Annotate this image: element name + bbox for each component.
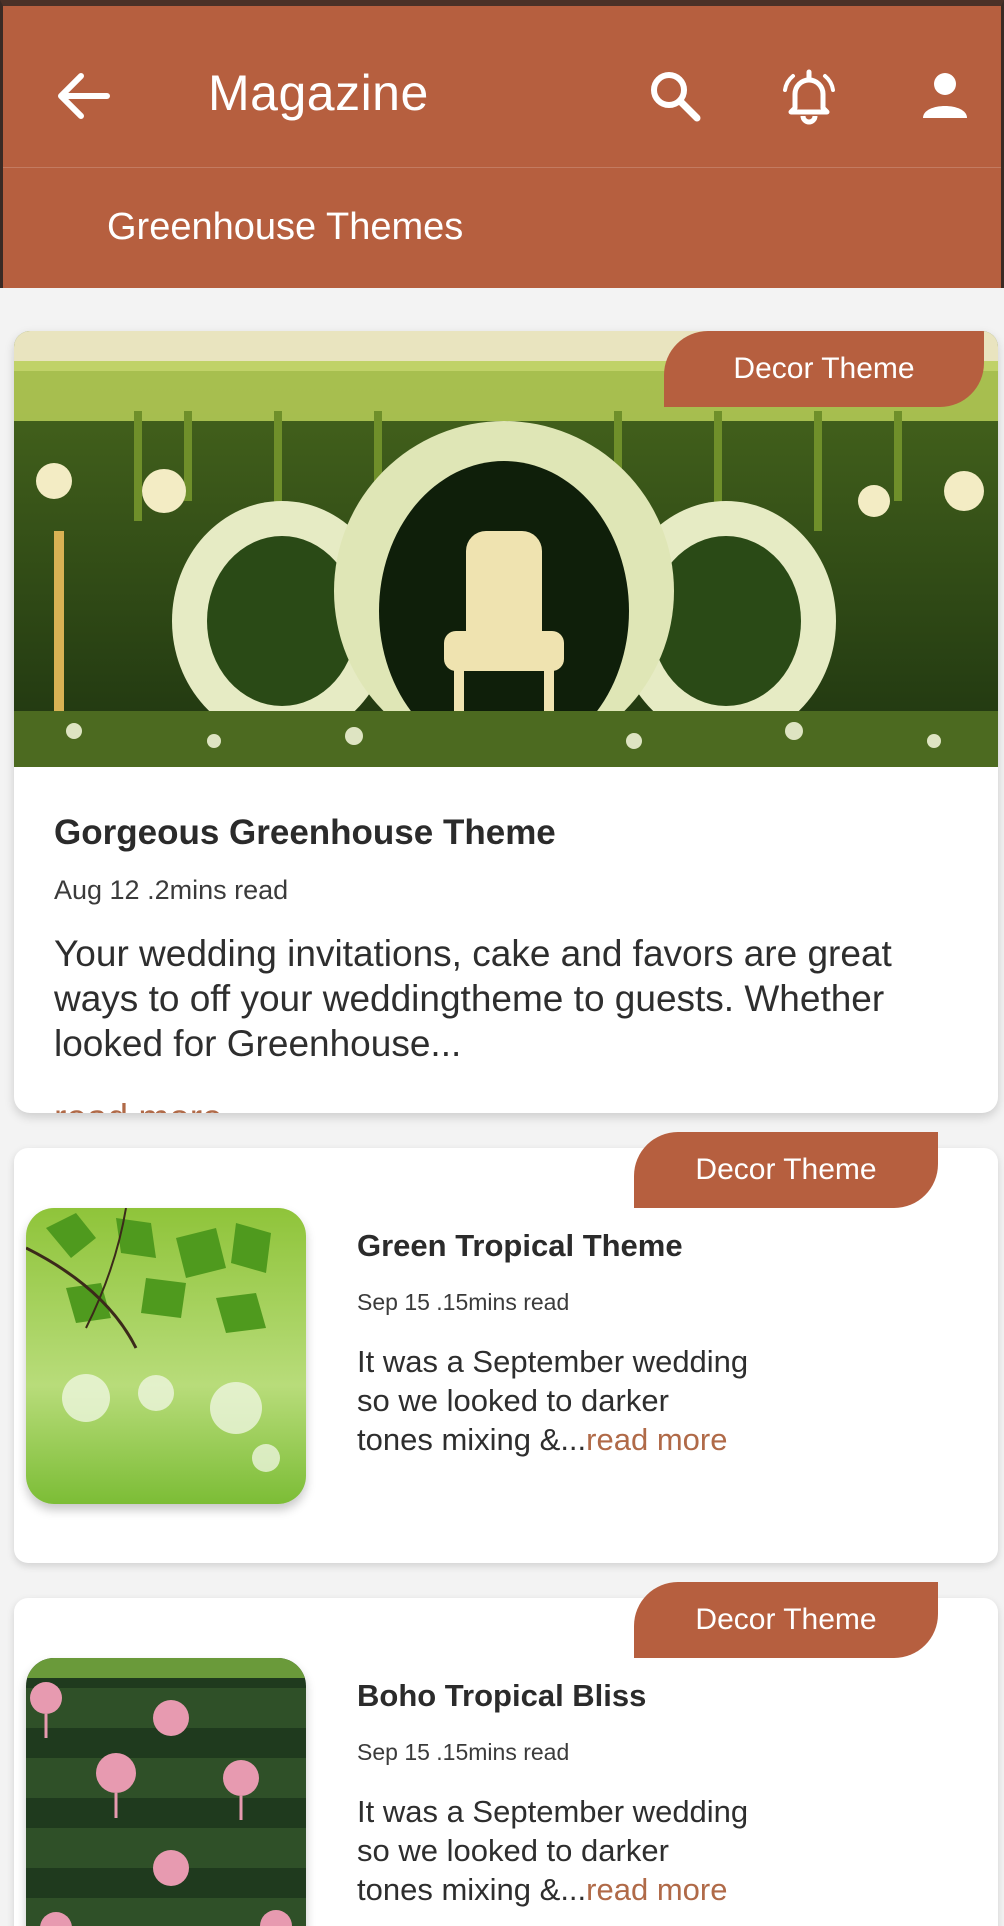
read-more-link[interactable]: read more <box>586 1422 727 1457</box>
read-more-link[interactable]: read more <box>586 1872 727 1907</box>
excerpt-line: It was a September wedding <box>357 1344 749 1379</box>
article-excerpt: It was a September wedding so we looked t… <box>357 1792 827 1909</box>
toolbar: Magazine <box>3 6 1001 168</box>
article-meta: Sep 15 .15mins read <box>357 1739 570 1765</box>
article-card[interactable]: Decor Theme Green Tropical Theme Sep 15 … <box>14 1132 998 1563</box>
article-card[interactable]: Decor Theme Boho Tropical Bliss Sep 15 .… <box>14 1582 998 1926</box>
account-button[interactable] <box>915 66 975 126</box>
lotus-wall-image <box>26 1658 306 1926</box>
category-tag[interactable]: Decor Theme <box>634 1132 938 1208</box>
featured-excerpt: Your wedding invitations, cake and favor… <box>54 933 892 1064</box>
bell-icon <box>783 69 835 125</box>
excerpt-line: so we looked to darker <box>357 1833 669 1868</box>
search-button[interactable] <box>645 66 705 126</box>
excerpt-line: It was a September wedding <box>357 1794 749 1829</box>
article-title[interactable]: Green Tropical Theme <box>357 1228 683 1264</box>
featured-title[interactable]: Gorgeous Greenhouse Theme <box>54 813 556 853</box>
excerpt-line: tones mixing &... <box>357 1422 587 1457</box>
category-tag[interactable]: Decor Theme <box>634 1582 938 1658</box>
article-excerpt: It was a September wedding so we looked t… <box>357 1342 827 1459</box>
featured-meta: Aug 12 .2mins read <box>54 875 289 905</box>
article-thumbnail[interactable] <box>26 1658 306 1926</box>
excerpt-line: so we looked to darker <box>357 1383 669 1418</box>
category-tag[interactable]: Decor Theme <box>664 331 984 407</box>
article-thumbnail[interactable] <box>26 1208 306 1504</box>
excerpt-line: tones mixing &... <box>357 1872 587 1907</box>
read-more-link[interactable]: read more <box>54 1095 223 1113</box>
back-arrow-icon <box>58 73 110 119</box>
account-icon <box>923 73 967 118</box>
article-meta: Sep 15 .15mins read <box>357 1289 570 1315</box>
green-leaves-image <box>26 1208 306 1504</box>
article-title[interactable]: Boho Tropical Bliss <box>357 1678 646 1714</box>
article-feed: Decor Theme Gorgeous Greenhouse Theme Au… <box>0 288 1004 1926</box>
back-button[interactable] <box>55 68 115 124</box>
app-bar: Magazine Greenhouse Themes <box>0 0 1004 288</box>
search-icon <box>651 72 701 122</box>
featured-article-card[interactable]: Decor Theme Gorgeous Greenhouse Theme Au… <box>14 331 998 1113</box>
app-title: Magazine <box>208 65 429 121</box>
notifications-button[interactable] <box>779 66 839 126</box>
section-subtitle: Greenhouse Themes <box>107 206 464 248</box>
